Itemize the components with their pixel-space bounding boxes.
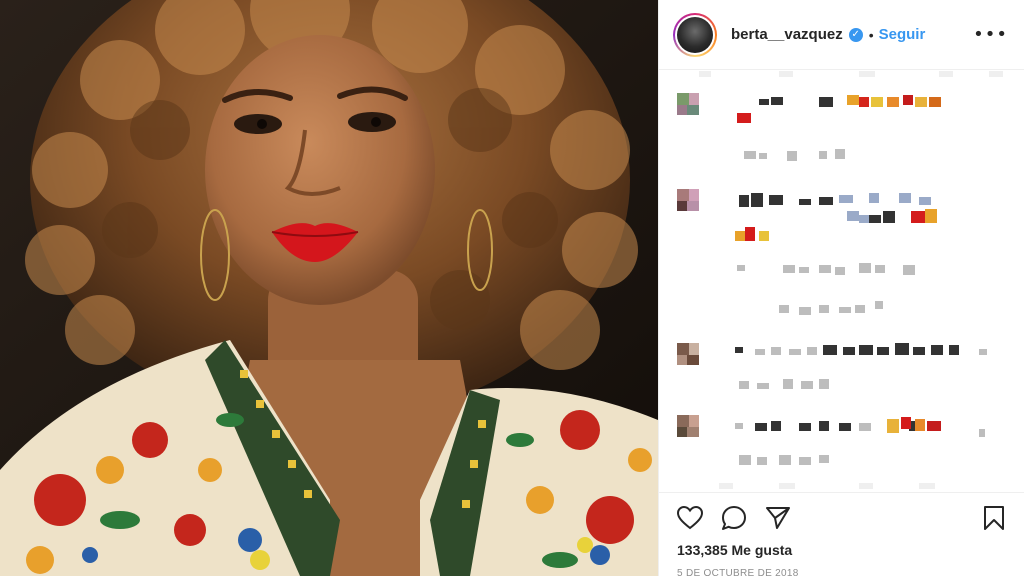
comments-list[interactable] <box>659 71 1024 491</box>
comment-avatar <box>677 93 699 115</box>
comment-avatar <box>677 189 699 211</box>
separator-dot: • <box>868 26 874 43</box>
username-link[interactable]: berta__vazquez <box>731 26 843 43</box>
follow-button[interactable]: Seguir <box>879 26 926 43</box>
post-actions <box>659 492 1024 542</box>
post-date: 5 DE OCTUBRE DE 2018 <box>677 568 799 576</box>
more-options-icon[interactable]: ••• <box>973 24 1008 45</box>
avatar-border <box>675 14 715 55</box>
avatar-image <box>677 16 713 53</box>
likes-count[interactable]: 133,385 Me gusta <box>677 542 792 558</box>
comment-avatar <box>677 343 699 365</box>
share-icon[interactable] <box>763 503 793 533</box>
avatar[interactable] <box>673 12 717 57</box>
post-header: berta__vazquez ✓ • Seguir ••• <box>659 0 1024 70</box>
comment-avatar <box>677 415 699 437</box>
heart-icon[interactable] <box>675 503 705 533</box>
verified-check-icon: ✓ <box>848 27 863 42</box>
comment-icon[interactable] <box>719 503 749 533</box>
obscured-comments <box>677 71 1003 489</box>
post-photo[interactable] <box>0 0 658 576</box>
portrait-image <box>0 0 658 576</box>
bookmark-icon[interactable] <box>979 503 1009 533</box>
likes-text: 133,385 Me gusta <box>677 542 793 558</box>
post-side-panel: berta__vazquez ✓ • Seguir ••• 133,385 Me… <box>658 0 1024 576</box>
